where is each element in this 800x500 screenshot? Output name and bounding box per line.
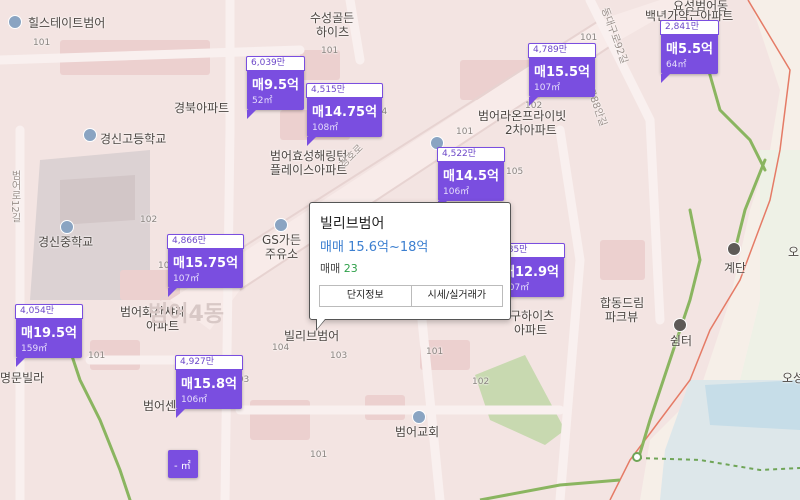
popup-button-group: 단지정보 시세/실거래가 xyxy=(319,285,503,307)
listing-marker[interactable]: 2,841만매5.5억 64㎡ xyxy=(660,20,719,83)
marker-area: 107㎡ xyxy=(534,83,561,93)
listing-marker-small[interactable]: - ㎡ xyxy=(168,450,198,478)
marker-area: 107㎡ xyxy=(173,274,200,284)
map-label: 102 xyxy=(472,377,490,387)
listing-marker[interactable]: 6,039만매9.5억 52㎡ xyxy=(246,56,305,119)
map-label: 명문빌라 xyxy=(0,371,45,385)
map-label: 범어라온프라이빗 xyxy=(478,109,567,123)
marker-pointer xyxy=(247,110,256,119)
marker-area: 106㎡ xyxy=(443,187,470,197)
listing-marker[interactable]: 4,054만매19.5억 159㎡ xyxy=(15,304,83,367)
stairs-icon xyxy=(727,242,741,256)
marker-area: 64㎡ xyxy=(666,60,687,70)
map-label: 범어센 xyxy=(143,399,177,413)
map-label: 수성골든 xyxy=(310,11,355,25)
marker-sale-price: 매5.5억 xyxy=(666,42,713,57)
map-label: 경신고등학교 xyxy=(100,132,167,146)
map-label: 범어효성해링턴 xyxy=(270,149,348,163)
map-label: 오 xyxy=(788,245,800,259)
map-label: 104 xyxy=(272,343,290,353)
map-label: 101 xyxy=(426,347,444,357)
school-icon xyxy=(60,220,74,234)
marker-area: 106㎡ xyxy=(181,395,208,405)
map-label: 경북아파트 xyxy=(174,101,230,115)
map-label: 아파트 xyxy=(514,323,548,337)
road-label: 범어로12길 xyxy=(9,170,20,223)
marker-price-per-unit: 4,515만 xyxy=(306,83,384,98)
church-icon xyxy=(412,410,426,424)
marker-price-per-unit: 6,039만 xyxy=(246,56,305,71)
popup-deal-number: 23 xyxy=(343,262,358,275)
map-label: 쉼터 xyxy=(670,334,693,348)
marker-price-per-unit: 4,866만 xyxy=(167,234,245,249)
marker-pointer xyxy=(661,74,670,83)
marker-pointer xyxy=(307,137,316,146)
map-label: 2차아파트 xyxy=(505,123,557,137)
price-history-button[interactable]: 시세/실거래가 xyxy=(410,286,503,306)
school-icon xyxy=(83,128,97,142)
map-label: 103 xyxy=(330,351,348,361)
marker-price-per-unit: 2,841만 xyxy=(660,20,719,35)
map-label: 105 xyxy=(506,167,524,177)
popup-price-range: 매매 15.6억~18억 xyxy=(320,240,429,255)
map-label: 101 xyxy=(456,127,474,137)
map-label: 계단 xyxy=(724,261,747,275)
marker-price-per-unit: 4,789만 xyxy=(528,43,596,58)
marker-price-per-unit: 4,927만 xyxy=(175,355,243,370)
listing-marker[interactable]: 4,789만매15.5억 107㎡ xyxy=(528,43,596,106)
complex-info-button[interactable]: 단지정보 xyxy=(320,286,411,306)
map-label: 빌리브범어 xyxy=(284,329,340,343)
marker-pointer xyxy=(16,358,25,367)
marker-price-per-unit: 4,054만 xyxy=(15,304,83,319)
marker-sale-price: 매14.75억 xyxy=(312,105,378,120)
apartment-icon xyxy=(8,15,22,29)
map-label: 힐스테이트범어 xyxy=(28,16,106,30)
map-label: 파크뷰 xyxy=(605,310,639,324)
marker-area: 108㎡ xyxy=(312,123,339,133)
listing-marker[interactable]: 4,522만매14.5억 106㎡ xyxy=(437,147,505,210)
map-canvas[interactable]: 힐스테이트범어 수성골든 하이츠 요성범어동 백년가약근아파트 101 101 101 경북아파… xyxy=(0,0,800,500)
map-label: 합동드림 xyxy=(600,296,645,310)
map-label: 101 xyxy=(310,450,328,460)
map-label: 경신중학교 xyxy=(38,235,94,249)
marker-pointer xyxy=(529,97,538,106)
map-label: 101 xyxy=(321,46,339,56)
marker-pointer xyxy=(168,288,177,297)
map-label: 101 xyxy=(88,351,106,361)
map-label: 구하이츠 xyxy=(510,309,555,323)
marker-sale-price: 매14.5억 xyxy=(443,169,499,184)
popup-deal-label: 매매 xyxy=(320,262,341,275)
marker-sale-price: 매15.5억 xyxy=(534,65,590,80)
map-label: 범어교회 xyxy=(395,425,440,439)
listing-marker[interactable]: 4,515만매14.75억 108㎡ xyxy=(306,83,384,146)
listing-marker[interactable]: 4,866만매15.75억 107㎡ xyxy=(167,234,245,297)
map-label: 플레이스아파트 xyxy=(270,163,348,177)
marker-pointer xyxy=(176,409,185,418)
map-label: GS가든 xyxy=(262,233,301,247)
popup-deal-count: 매매 23 xyxy=(320,260,358,276)
complex-info-popup: 빌리브범어 매매 15.6억~18억 매매 23 단지정보 시세/실거래가 xyxy=(309,202,511,331)
map-label: 오성 xyxy=(782,371,800,385)
marker-area: 52㎡ xyxy=(252,96,273,106)
map-label: 102 xyxy=(140,215,158,225)
marker-sale-price: 매19.5억 xyxy=(21,326,77,341)
marker-area: 159㎡ xyxy=(21,344,48,354)
shelter-icon xyxy=(673,318,687,332)
district-label: 범어4동 xyxy=(148,302,225,327)
popup-complex-name: 빌리브범어 xyxy=(320,216,385,232)
small-marker-label: - ㎡ xyxy=(174,461,191,472)
marker-sale-price: 매15.75억 xyxy=(173,256,239,271)
map-label: 하이츠 xyxy=(316,25,350,39)
map-label: 주유소 xyxy=(265,247,299,261)
popup-pointer-fill xyxy=(317,319,325,329)
marker-sale-price: 매9.5억 xyxy=(252,78,299,93)
marker-price-per-unit: 4,522만 xyxy=(437,147,505,162)
listing-marker[interactable]: 4,927만매15.8억 106㎡ xyxy=(175,355,243,418)
gas-station-icon xyxy=(274,218,288,232)
marker-sale-price: 매15.8억 xyxy=(181,377,237,392)
map-label: 101 xyxy=(33,38,51,48)
